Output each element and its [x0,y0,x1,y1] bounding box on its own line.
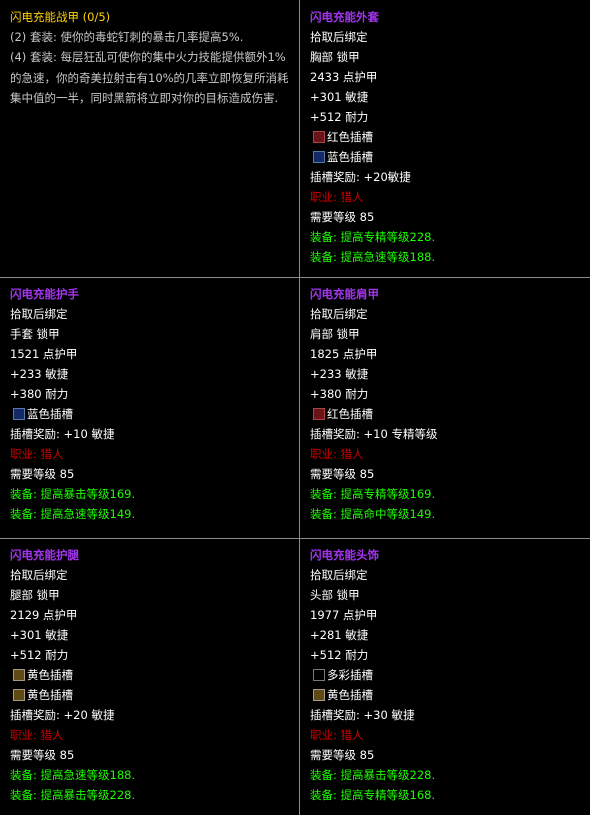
armor-value: 2129 点护甲 [10,608,78,622]
item-tooltip-legs: 闪电充能护腿 拾取后绑定腿部 锁甲 2129 点护甲 +301 敏捷 +512 耐力黄色… [0,538,300,815]
set-title: 闪电充能战甲 (0/5) [10,10,111,24]
socket-bonus: 插槽奖励: +20 敏捷 [10,708,115,722]
prismatic-socket-icon [313,669,325,681]
item-slot: 手套 锁甲 [10,327,60,341]
yellow-socket-icon [313,689,325,701]
equip-effect: 装备: 提高专精等级168. [310,788,436,802]
armor-value: 1977 点护甲 [310,608,378,622]
equip-effect: 装备: 提高暴击等级228. [310,768,436,782]
item-name: 闪电充能头饰 [310,548,379,562]
level-requirement: 需要等级 85 [310,748,375,762]
agility-stat: +281 敏捷 [310,628,369,642]
stamina-stat: +512 耐力 [310,110,369,124]
armor-value: 2433 点护甲 [310,70,378,84]
equip-effect: 装备: 提高暴击等级169. [10,487,136,501]
level-requirement: 需要等级 85 [10,748,75,762]
item-name: 闪电充能护手 [10,287,79,301]
equip-effect: 装备: 提高暴击等级228. [10,788,136,802]
class-requirement: 职业: 猎人 [10,447,64,461]
stamina-stat: +380 耐力 [310,387,369,401]
bind-type: 拾取后绑定 [10,307,68,321]
socket-label: 红色插槽 [327,407,373,421]
item-tooltip-chest: 闪电充能外套 拾取后绑定胸部 锁甲 2433 点护甲 +301 敏捷 +512 耐力红色… [300,0,590,277]
stamina-stat: +512 耐力 [10,648,69,662]
agility-stat: +301 敏捷 [310,90,369,104]
level-requirement: 需要等级 85 [310,210,375,224]
item-tooltip-shoulders: 闪电充能肩甲 拾取后绑定肩部 锁甲 1825 点护甲 +233 敏捷 +380 耐力红色… [300,277,590,538]
item-slot: 胸部 锁甲 [310,50,360,64]
armor-value: 1521 点护甲 [10,347,78,361]
yellow-socket-icon [13,689,25,701]
equip-effect: 装备: 提高专精等级228. [310,230,436,244]
socket-row: 黄色插槽 [10,685,290,705]
red-socket-icon [313,408,325,420]
equip-effect: 装备: 提高急速等级188. [310,250,436,264]
socket-label: 多彩插槽 [327,668,373,682]
set-bonus-2: (2) 套装: 使你的毒蛇钉刺的暴击几率提高5%. [10,30,244,44]
socket-bonus: 插槽奖励: +10 敏捷 [10,427,115,441]
socket-row: 黄色插槽 [10,665,290,685]
socket-row: 蓝色插槽 [10,404,290,424]
item-name: 闪电充能护腿 [10,548,79,562]
blue-socket-icon [313,151,325,163]
level-requirement: 需要等级 85 [310,467,375,481]
level-requirement: 需要等级 85 [10,467,75,481]
class-requirement: 职业: 猎人 [310,728,364,742]
socket-row: 红色插槽 [310,404,580,424]
socket-label: 黄色插槽 [327,688,373,702]
socket-label: 蓝色插槽 [27,407,73,421]
bind-type: 拾取后绑定 [310,568,368,582]
set-bonus-panel: 闪电充能战甲 (0/5) (2) 套装: 使你的毒蛇钉刺的暴击几率提高5%. (… [0,0,300,277]
armor-value: 1825 点护甲 [310,347,378,361]
bind-type: 拾取后绑定 [310,307,368,321]
yellow-socket-icon [13,669,25,681]
item-name: 闪电充能肩甲 [310,287,379,301]
stamina-stat: +512 耐力 [310,648,369,662]
socket-row: 多彩插槽 [310,665,580,685]
class-requirement: 职业: 猎人 [310,190,364,204]
class-requirement: 职业: 猎人 [10,728,64,742]
agility-stat: +301 敏捷 [10,628,69,642]
item-name: 闪电充能外套 [310,10,379,24]
equip-effect: 装备: 提高急速等级149. [10,507,136,521]
agility-stat: +233 敏捷 [10,367,69,381]
item-slot: 头部 锁甲 [310,588,360,602]
socket-label: 蓝色插槽 [327,150,373,164]
socket-row: 黄色插槽 [310,685,580,705]
equip-effect: 装备: 提高命中等级149. [310,507,436,521]
item-tooltip-gloves: 闪电充能护手 拾取后绑定手套 锁甲 1521 点护甲 +233 敏捷 +380 耐力蓝色… [0,277,300,538]
stamina-stat: +380 耐力 [10,387,69,401]
socket-bonus: 插槽奖励: +30 敏捷 [310,708,415,722]
red-socket-icon [313,131,325,143]
socket-bonus: 插槽奖励: +20敏捷 [310,170,411,184]
socket-label: 黄色插槽 [27,668,73,682]
item-slot: 肩部 锁甲 [310,327,360,341]
socket-bonus: 插槽奖励: +10 专精等级 [310,427,438,441]
socket-label: 黄色插槽 [27,688,73,702]
agility-stat: +233 敏捷 [310,367,369,381]
tooltip-grid: 闪电充能战甲 (0/5) (2) 套装: 使你的毒蛇钉刺的暴击几率提高5%. (… [0,0,590,815]
bind-type: 拾取后绑定 [310,30,368,44]
socket-row: 红色插槽 [310,127,580,147]
bind-type: 拾取后绑定 [10,568,68,582]
item-tooltip-head: 闪电充能头饰 拾取后绑定头部 锁甲 1977 点护甲 +281 敏捷 +512 耐力多彩… [300,538,590,815]
item-slot: 腿部 锁甲 [10,588,60,602]
equip-effect: 装备: 提高专精等级169. [310,487,436,501]
socket-label: 红色插槽 [327,130,373,144]
socket-row: 蓝色插槽 [310,147,580,167]
equip-effect: 装备: 提高急速等级188. [10,768,136,782]
class-requirement: 职业: 猎人 [310,447,364,461]
blue-socket-icon [13,408,25,420]
set-bonus-4: (4) 套装: 每层狂乱可使你的集中火力技能提供额外1%的急速，你的奇美拉射击有… [10,50,289,105]
